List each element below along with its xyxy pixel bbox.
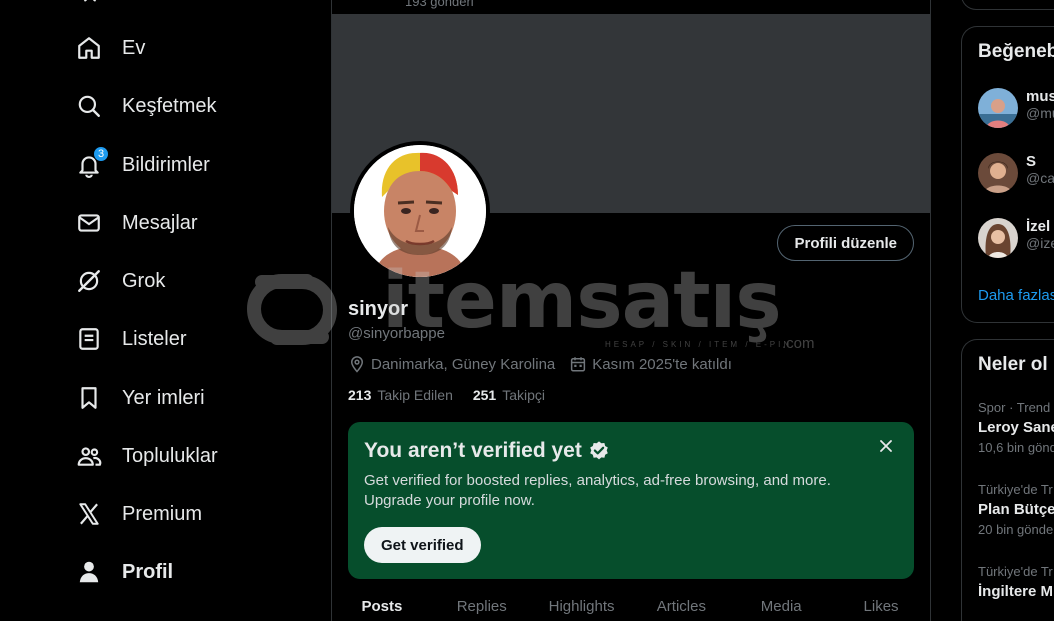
following-label: Takip Edilen <box>377 387 453 403</box>
tab-articles[interactable]: Articles <box>631 590 731 621</box>
trend-title: Plan Bütçe <box>978 501 1054 518</box>
following-link[interactable]: 213 Takip Edilen <box>348 387 453 403</box>
followers-label: Takipçi <box>502 387 546 403</box>
close-icon[interactable] <box>878 438 894 454</box>
nav-label: Bildirimler <box>122 153 210 176</box>
trend-count: 10,6 bin gönd <box>978 440 1054 455</box>
verification-line-2: Upgrade your profile now. <box>364 492 535 509</box>
user-handle: @mu <box>1026 105 1054 121</box>
user-handle: @ize <box>1026 235 1054 251</box>
user-name: mus <box>1026 88 1054 105</box>
profile-joined: Kasım 2025'te katıldı <box>592 355 732 373</box>
trend-item[interactable]: Türkiye'de Tr İngiltere M <box>978 564 1053 600</box>
list-icon <box>76 326 102 352</box>
profile-meta: Danimarka, Güney Karolina Kasım 2025'te … <box>348 355 732 373</box>
nav-label: Profil <box>122 560 174 583</box>
profile-avatar[interactable] <box>350 141 490 281</box>
calendar-icon <box>569 355 587 373</box>
who-to-follow-card: Beğenebil mus @mu S @ca <box>961 26 1054 323</box>
mail-icon <box>76 210 102 236</box>
nav-label: Premium <box>122 502 203 525</box>
trends-card: Neler ol Spor · Trend Leroy Sane 10,6 bi… <box>961 339 1054 621</box>
verification-title: You aren’t verified yet <box>364 439 610 463</box>
tab-media[interactable]: Media <box>731 590 831 621</box>
person-icon <box>76 559 102 585</box>
location-pin-icon <box>348 355 366 373</box>
nav-item-notifications[interactable]: 3 Bildirimler <box>64 141 222 189</box>
notification-badge: 3 <box>93 146 109 162</box>
trend-item[interactable]: Türkiye'de Tr Plan Bütçe 20 bin gönde <box>978 482 1054 537</box>
nav-item-grok[interactable]: Grok <box>64 257 177 305</box>
suggested-user[interactable]: İzel @ize <box>978 218 1054 258</box>
tab-replies[interactable]: Replies <box>432 590 532 621</box>
nav-item-home[interactable]: Ev <box>64 24 157 72</box>
verified-badge-icon <box>590 441 608 460</box>
app: Ev Keşfetmek 3 Bildirimler Mesajlar Grok… <box>0 0 1054 621</box>
nav-item-premium[interactable]: Premium <box>64 490 214 538</box>
verification-line-1: Get verified for boosted replies, analyt… <box>364 472 831 489</box>
verification-body: Get verified for boosted replies, analyt… <box>364 471 884 511</box>
tab-posts[interactable]: Posts <box>332 590 432 621</box>
profile-column: 193 gönderi Profili düzenle sinyor @siny… <box>331 0 931 621</box>
nav-label: Grok <box>122 269 166 292</box>
nav-label: Mesajlar <box>122 211 198 234</box>
avatar <box>978 218 1018 258</box>
sidebar-top-card <box>961 0 1054 10</box>
avatar-photo <box>354 145 486 277</box>
post-count: 193 gönderi <box>405 0 474 9</box>
nav-label: Keşfetmek <box>122 94 217 117</box>
profile-tabs: Posts Replies Highlights Articles Media … <box>332 590 930 621</box>
user-name: İzel <box>1026 218 1051 235</box>
followers-count: 251 <box>472 387 497 403</box>
avatar <box>978 88 1018 128</box>
trend-context: Türkiye'de Tr <box>978 482 1053 497</box>
nav-item-communities[interactable]: Topluluklar <box>64 432 230 480</box>
suggested-user[interactable]: S @ca <box>978 153 1054 193</box>
nav-item-lists[interactable]: Listeler <box>64 315 198 363</box>
follow-stats: 213 Takip Edilen 251 Takipçi <box>348 387 545 403</box>
bell-icon: 3 <box>76 146 109 178</box>
verification-card: You aren’t verified yet Get verified for… <box>348 422 914 579</box>
trend-title: Leroy Sane <box>978 419 1054 436</box>
avatar <box>978 153 1018 193</box>
who-to-follow-title: Beğenebil <box>978 41 1054 62</box>
trend-item[interactable]: Spor · Trend Leroy Sane 10,6 bin gönd <box>978 400 1054 455</box>
nav-label: Listeler <box>122 327 187 350</box>
bookmark-icon <box>76 385 102 411</box>
suggested-user[interactable]: mus @mu <box>978 88 1054 128</box>
trend-context: Spor · Trend <box>978 400 1051 415</box>
trends-title: Neler ol <box>978 354 1048 375</box>
nav-item-bookmarks[interactable]: Yer imleri <box>64 374 217 422</box>
nav-item-profile[interactable]: Profil <box>64 548 185 596</box>
trend-context: Türkiye'de Tr <box>978 564 1053 579</box>
trend-title: İngiltere M <box>978 583 1054 600</box>
show-more-link[interactable]: Daha fazlas <box>978 287 1054 304</box>
x-logo-partial-icon[interactable] <box>78 0 102 2</box>
tab-highlights[interactable]: Highlights <box>532 590 632 621</box>
search-icon <box>76 93 102 119</box>
nav-label: Yer imleri <box>122 386 205 409</box>
nav-label: Ev <box>122 36 146 59</box>
nav-item-messages[interactable]: Mesajlar <box>64 199 210 247</box>
right-sidebar: Beğenebil mus @mu S @ca <box>961 0 1054 621</box>
profile-name: sinyor <box>348 298 409 320</box>
home-icon <box>76 35 102 61</box>
followers-link[interactable]: 251 Takipçi <box>473 387 545 403</box>
nav-label: Topluluklar <box>122 444 218 467</box>
x-logo-icon <box>76 501 102 527</box>
trend-count: 20 bin gönde <box>978 522 1054 537</box>
user-handle: @ca <box>1026 170 1054 186</box>
communities-icon <box>76 443 102 469</box>
nav-item-explore[interactable]: Keşfetmek <box>64 82 228 130</box>
left-nav: Ev Keşfetmek 3 Bildirimler Mesajlar Grok… <box>0 0 331 621</box>
user-name: S <box>1026 153 1037 170</box>
verification-title-text: You aren’t verified yet <box>364 439 582 462</box>
get-verified-button[interactable]: Get verified <box>364 527 481 563</box>
profile-handle: @sinyorbappe <box>348 325 445 342</box>
grok-icon <box>76 268 102 294</box>
tab-likes[interactable]: Likes <box>831 590 930 621</box>
profile-location: Danimarka, Güney Karolina <box>371 355 556 373</box>
following-count: 213 <box>348 387 372 403</box>
edit-profile-button[interactable]: Profili düzenle <box>777 225 914 261</box>
